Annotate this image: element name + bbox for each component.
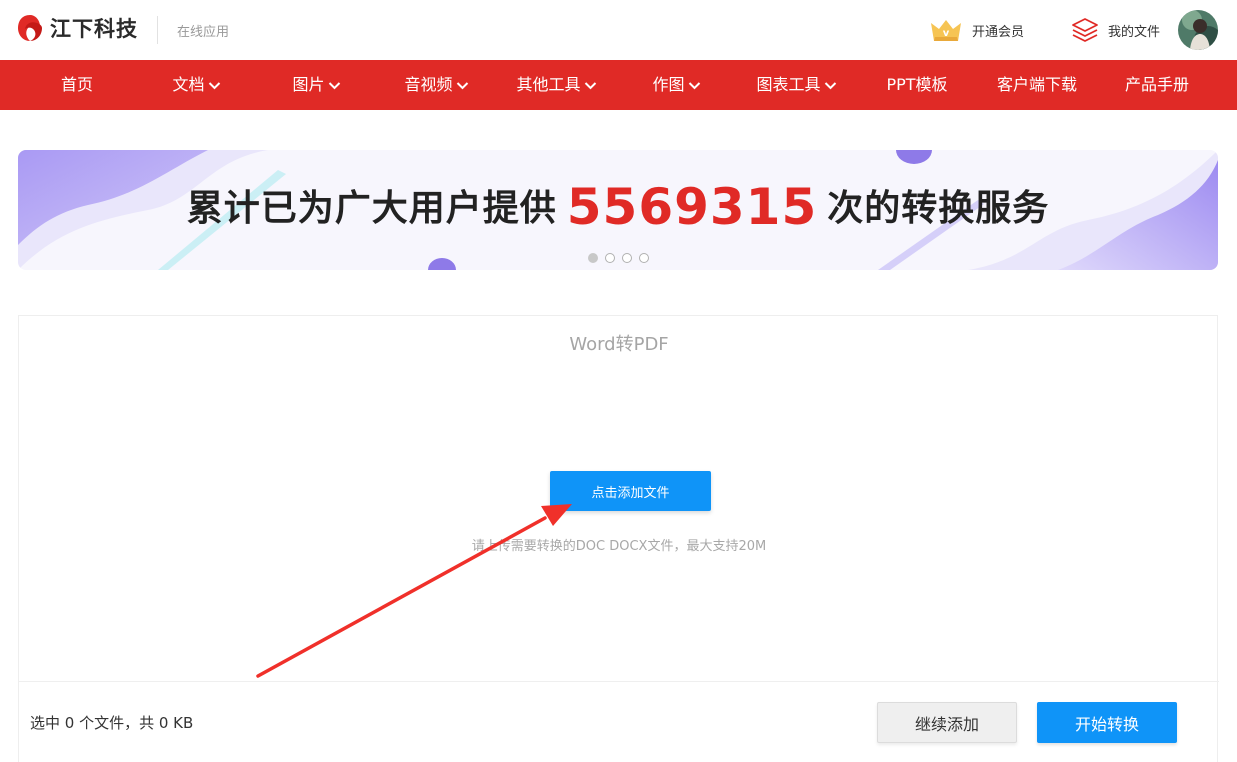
nav-item-ppt-templates[interactable]: PPT模板 bbox=[886, 60, 947, 110]
nav-item-document[interactable]: 文档 bbox=[172, 60, 221, 110]
nav-label: 音视频 bbox=[404, 75, 453, 94]
nav-item-product-manual[interactable]: 产品手册 bbox=[1125, 60, 1189, 110]
start-convert-button[interactable]: 开始转换 bbox=[1037, 702, 1177, 743]
nav-label: PPT模板 bbox=[886, 75, 948, 94]
conversion-count: 5569315 bbox=[566, 178, 818, 236]
carousel-dot-3[interactable] bbox=[622, 253, 632, 263]
nav-label: 首页 bbox=[60, 75, 94, 94]
banner-text-before: 累计已为广大用户提供 bbox=[186, 188, 557, 229]
carousel-dot-4[interactable] bbox=[639, 253, 649, 263]
add-file-button[interactable]: 点击添加文件 bbox=[550, 471, 711, 511]
main-nav: 首页 文档 图片 音视频 其他工具 作图 图表工具 PPT模板 客户端下载 产品… bbox=[0, 60, 1237, 110]
avatar[interactable] bbox=[1178, 10, 1218, 50]
carousel-dot-1[interactable] bbox=[588, 253, 598, 263]
chevron-down-icon bbox=[824, 81, 837, 89]
chevron-down-icon bbox=[208, 81, 221, 89]
chevron-down-icon bbox=[456, 81, 469, 89]
carousel-dot-2[interactable] bbox=[605, 253, 615, 263]
layers-icon bbox=[1072, 18, 1098, 42]
chevron-down-icon bbox=[328, 81, 341, 89]
nav-label: 作图 bbox=[652, 75, 685, 94]
nav-item-image[interactable]: 图片 bbox=[292, 60, 341, 110]
nav-item-audio-video[interactable]: 音视频 bbox=[404, 60, 469, 110]
converter-title: Word转PDF bbox=[569, 334, 669, 355]
carousel-dots bbox=[588, 253, 649, 263]
nav-label: 图表工具 bbox=[756, 75, 821, 94]
continue-add-button[interactable]: 继续添加 bbox=[877, 702, 1017, 743]
nav-label: 客户端下载 bbox=[996, 75, 1078, 94]
svg-text:v: v bbox=[943, 28, 950, 39]
upload-hint: 请上传需要转换的DOC DOCX文件，最大支持20M bbox=[471, 539, 767, 554]
nav-label: 其他工具 bbox=[516, 75, 581, 94]
nav-item-drawing[interactable]: 作图 bbox=[652, 60, 701, 110]
promo-banner[interactable]: 累计已为广大用户提供 5569315 次的转换服务 bbox=[18, 150, 1218, 270]
selection-status: 选中 0 个文件，共 0 KB bbox=[30, 714, 194, 732]
nav-item-home[interactable]: 首页 bbox=[61, 60, 93, 110]
panel-divider bbox=[19, 681, 1219, 682]
nav-label: 图片 bbox=[292, 75, 325, 94]
nav-item-client-download[interactable]: 客户端下载 bbox=[997, 60, 1077, 110]
avatar-image bbox=[1178, 10, 1218, 50]
nav-label: 文档 bbox=[172, 75, 205, 94]
nav-label: 产品手册 bbox=[1124, 75, 1190, 94]
logo-text: 江下科技 bbox=[50, 17, 138, 41]
my-files-label: 我的文件 bbox=[1108, 24, 1161, 40]
banner-headline: 累计已为广大用户提供 5569315 次的转换服务 bbox=[18, 178, 1218, 236]
logo-subtitle: 在线应用 bbox=[177, 25, 230, 40]
chevron-down-icon bbox=[688, 81, 701, 89]
banner-text-after: 次的转换服务 bbox=[827, 188, 1050, 229]
nav-item-chart-tools[interactable]: 图表工具 bbox=[756, 60, 837, 110]
vip-link[interactable]: v 开通会员 bbox=[928, 15, 1024, 45]
chevron-down-icon bbox=[584, 81, 597, 89]
converter-panel: Word转PDF 点击添加文件 请上传需要转换的DOC DOCX文件，最大支持2… bbox=[18, 315, 1219, 762]
top-header: 江下科技 在线应用 v 开通会员 我的文件 bbox=[0, 0, 1237, 60]
jiangxia-logo-icon bbox=[18, 15, 42, 41]
logo[interactable]: 江下科技 bbox=[16, 13, 138, 43]
nav-item-other-tools[interactable]: 其他工具 bbox=[516, 60, 597, 110]
vip-label: 开通会员 bbox=[972, 24, 1025, 40]
my-files-link[interactable]: 我的文件 bbox=[1070, 15, 1160, 45]
crown-icon: v bbox=[931, 20, 961, 41]
logo-divider bbox=[157, 16, 158, 44]
